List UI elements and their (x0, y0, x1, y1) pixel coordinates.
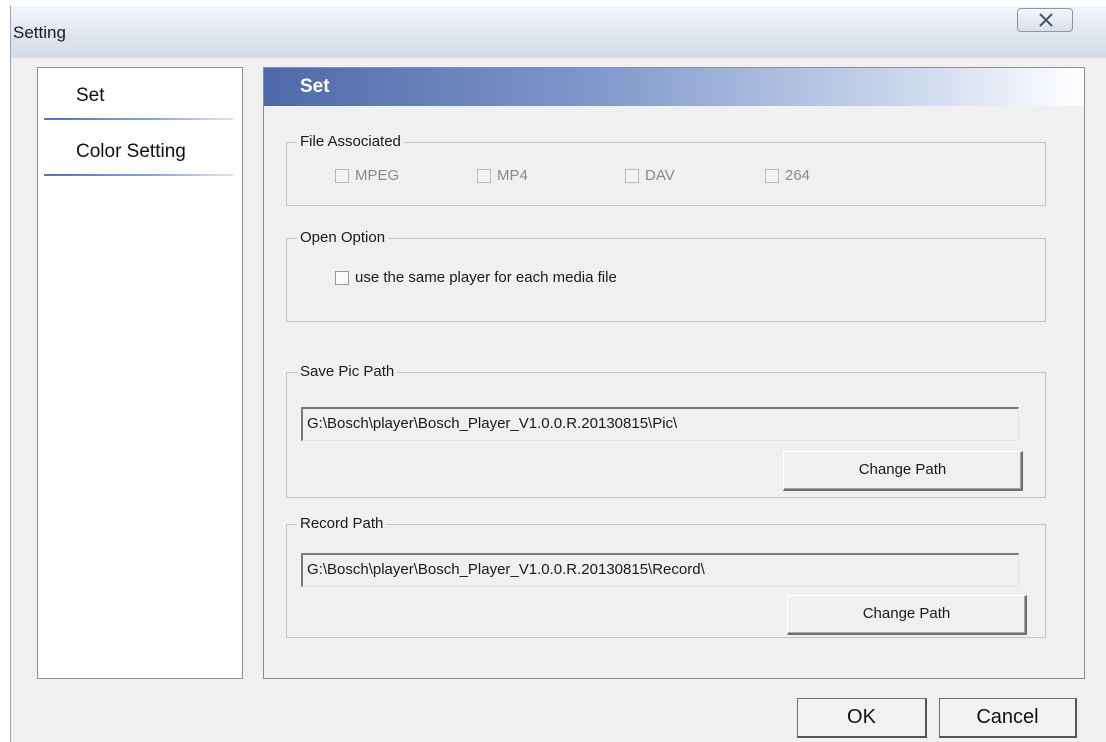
ok-button[interactable]: OK (797, 698, 927, 738)
record-path-field[interactable]: G:\Bosch\player\Bosch_Player_V1.0.0.R.20… (301, 553, 1019, 587)
checkbox-label: MPEG (355, 167, 400, 184)
mp4-checkbox[interactable]: MP4 (477, 167, 528, 184)
record-change-path-button[interactable]: Change Path (787, 595, 1027, 635)
settings-panel: Set File Associated MPEG MP4 DAV 264 Ope… (263, 67, 1085, 679)
cancel-button[interactable]: Cancel (939, 698, 1077, 738)
checkbox-box (335, 270, 349, 285)
record-path-legend: Record Path (297, 515, 387, 532)
sidebar-item-set[interactable]: Set (44, 68, 234, 120)
same-player-checkbox[interactable]: use the same player for each media file (335, 269, 617, 286)
checkbox-box (625, 168, 639, 183)
title-bar[interactable]: Setting (11, 6, 1106, 58)
sidebar-item-color-setting[interactable]: Color Setting (44, 124, 234, 176)
record-path-group: Record Path G:\Bosch\player\Bosch_Player… (286, 515, 1046, 638)
save-pic-path-legend: Save Pic Path (297, 363, 398, 380)
panel-title: Set (300, 76, 330, 97)
checkbox-label: MP4 (497, 167, 528, 184)
sidebar-item-label: Color Setting (76, 141, 186, 162)
save-pic-path-field[interactable]: G:\Bosch\player\Bosch_Player_V1.0.0.R.20… (301, 407, 1019, 441)
264-checkbox[interactable]: 264 (765, 167, 810, 184)
checkbox-box (765, 168, 779, 183)
open-option-group: Open Option use the same player for each… (286, 229, 1046, 322)
file-associated-legend: File Associated (297, 133, 404, 150)
mpeg-checkbox[interactable]: MPEG (335, 167, 399, 184)
sidebar-divider (44, 118, 234, 120)
dav-checkbox[interactable]: DAV (625, 167, 675, 184)
close-icon (1039, 13, 1053, 27)
checkbox-box (335, 168, 349, 183)
open-option-legend: Open Option (297, 229, 389, 246)
sidebar-divider (44, 174, 234, 176)
sidebar-item-label: Set (76, 85, 105, 106)
checkbox-box (477, 168, 491, 183)
checkbox-label: use the same player for each media file (355, 269, 617, 286)
panel-header: Set (264, 68, 1084, 106)
setting-window: Setting Set Color Setting Set File Assoc… (10, 6, 1106, 742)
save-pic-change-path-button[interactable]: Change Path (783, 451, 1023, 491)
file-associated-group: File Associated MPEG MP4 DAV 264 (286, 133, 1046, 206)
close-button[interactable] (1017, 8, 1073, 32)
save-pic-path-group: Save Pic Path G:\Bosch\player\Bosch_Play… (286, 363, 1046, 498)
checkbox-label: DAV (645, 167, 675, 184)
checkbox-label: 264 (785, 167, 811, 184)
dialog-client-area: Set Color Setting Set File Associated MP… (11, 58, 1106, 742)
window-title: Setting (13, 23, 66, 42)
settings-sidebar: Set Color Setting (37, 67, 243, 679)
